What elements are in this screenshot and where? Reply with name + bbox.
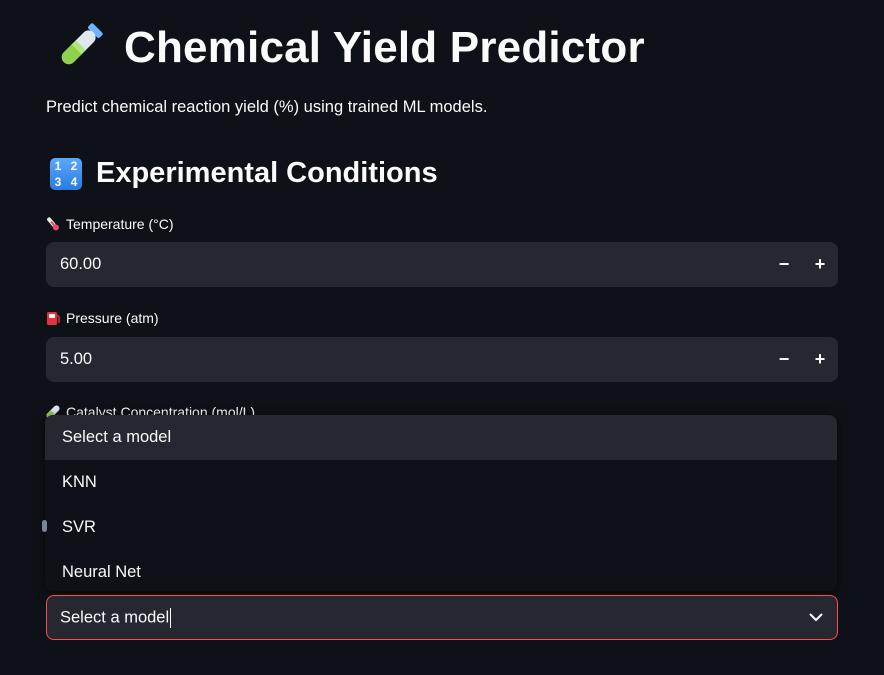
chevron-down-icon[interactable]: [809, 613, 823, 622]
hidden-control-edge: [42, 520, 47, 532]
temperature-increment-button[interactable]: +: [802, 242, 838, 287]
pressure-label-text: Pressure (atm): [66, 310, 159, 326]
dropdown-option[interactable]: KNN: [45, 460, 837, 505]
icon-digit: 2: [70, 158, 78, 173]
temperature-input[interactable]: 60.00 − +: [46, 242, 838, 287]
input-numbers-icon: 1 2 3 4: [50, 157, 82, 190]
section-header: 1 2 3 4 Experimental Conditions: [50, 157, 438, 190]
model-dropdown-menu: Select a model KNN SVR Neural Net: [45, 415, 837, 591]
icon-digit: 1: [54, 158, 62, 173]
temperature-decrement-button[interactable]: −: [766, 242, 802, 287]
pressure-increment-button[interactable]: +: [802, 337, 838, 382]
model-select-text[interactable]: Select a model: [60, 608, 169, 626]
temperature-label-text: Temperature (°C): [66, 216, 174, 232]
pressure-input[interactable]: 5.00 − +: [46, 337, 838, 382]
page-title: Chemical Yield Predictor: [124, 23, 645, 72]
model-select[interactable]: Select a model: [46, 595, 838, 640]
temperature-label: Temperature (°C): [46, 216, 174, 232]
fuel-pump-icon: [47, 312, 60, 325]
pressure-value[interactable]: 5.00: [60, 350, 766, 369]
dropdown-option[interactable]: SVR: [45, 505, 837, 550]
text-caret: [170, 607, 172, 628]
page-header: Chemical Yield Predictor: [50, 22, 645, 74]
dropdown-option[interactable]: Select a model: [45, 415, 837, 460]
section-title: Experimental Conditions: [96, 157, 438, 189]
pressure-decrement-button[interactable]: −: [766, 337, 802, 382]
icon-digit: 3: [54, 174, 62, 189]
thermometer-icon: [47, 217, 59, 231]
temperature-value[interactable]: 60.00: [60, 255, 766, 274]
dropdown-option[interactable]: Neural Net: [45, 550, 837, 591]
icon-digit: 4: [70, 174, 78, 189]
model-select-value[interactable]: Select a model: [60, 607, 809, 628]
pressure-label: Pressure (atm): [46, 310, 159, 326]
page-subtitle: Predict chemical reaction yield (%) usin…: [46, 98, 488, 116]
test-tube-icon: [61, 23, 103, 65]
